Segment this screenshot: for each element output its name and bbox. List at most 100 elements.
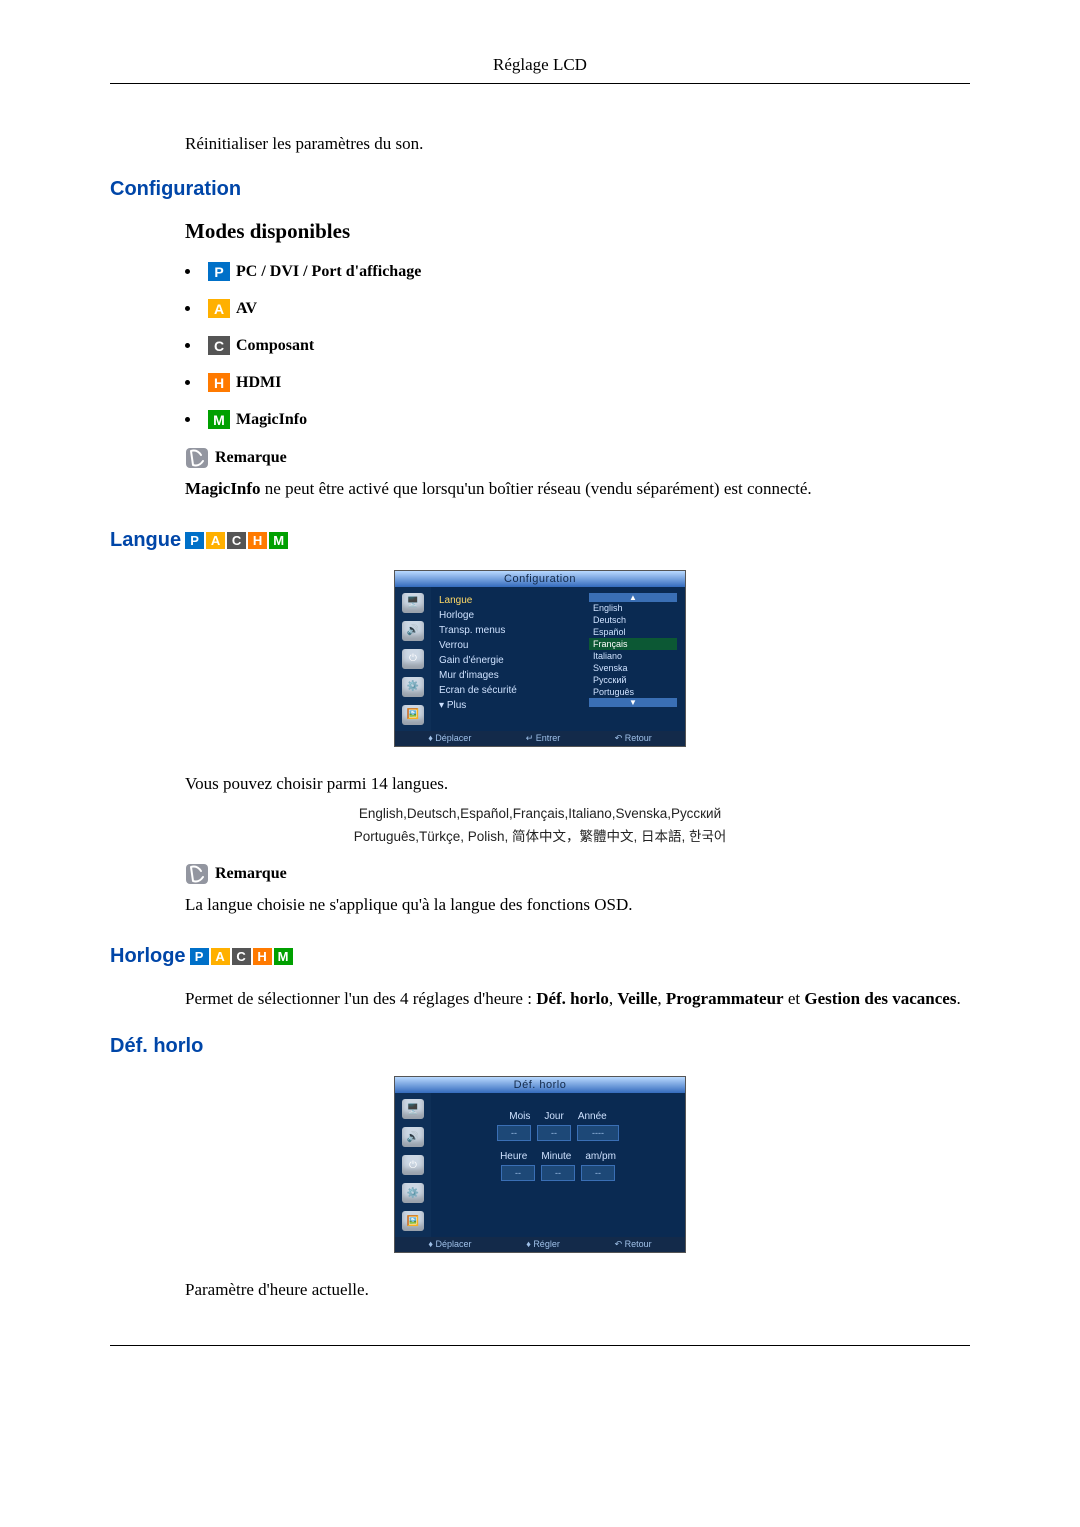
mode-item: M MagicInfo (185, 410, 970, 429)
mode-item: C Composant (185, 336, 970, 355)
osd-lang-option: English (589, 602, 677, 614)
clk-label: Jour (544, 1111, 563, 1122)
clk-box: -- (537, 1125, 571, 1141)
osd-footer-item: ♦ Régler (526, 1239, 560, 1250)
bullet-icon (185, 343, 190, 348)
osd-lang-option-selected: Français (589, 638, 677, 650)
osd-icon: 🔊 (402, 621, 424, 641)
badge-a-icon: A (211, 948, 230, 965)
clk-box: -- (581, 1165, 615, 1181)
badge-c-icon: C (208, 336, 230, 355)
pachm-badges: P A C H M (190, 948, 293, 965)
note-label: Remarque (215, 449, 287, 467)
badge-h-icon: H (248, 532, 267, 549)
badge-m-icon: M (269, 532, 288, 549)
badge-h-icon: H (208, 373, 230, 392)
osd-menu-item: Verrou (439, 638, 581, 653)
note-bold: MagicInfo (185, 479, 261, 498)
osd-lang-option: Deutsch (589, 614, 677, 626)
horloge-intro: Permet de sélectionner l'un des 4 réglag… (185, 986, 970, 1012)
osd-footer-item: ↶ Retour (615, 733, 652, 744)
footer-rule (110, 1345, 970, 1347)
badge-p-icon: P (190, 948, 209, 965)
mode-label: PC / DVI / Port d'affichage (236, 263, 421, 281)
badge-c-icon: C (227, 532, 246, 549)
osd-icon: 🖥️ (402, 593, 424, 613)
osd-title: Déf. horlo (395, 1077, 685, 1093)
osd-footer-item: ♦ Déplacer (428, 1239, 471, 1250)
osd-menu-item: Horloge (439, 608, 581, 623)
osd-icon: ⏻ (402, 649, 424, 669)
langue-heading-row: Langue P A C H M (110, 529, 970, 552)
langue-note-text: La langue choisie ne s'applique qu'à la … (185, 893, 970, 917)
langue-list-line1: English,Deutsch,Español,Français,Italian… (110, 804, 970, 824)
badge-a-icon: A (206, 532, 225, 549)
osd-footer-item: ↵ Entrer (526, 733, 561, 744)
osd-lang-option: Svenska (589, 662, 677, 674)
clk-box: -- (501, 1165, 535, 1181)
osd-sidebar-icons: 🖥️ 🔊 ⏻ ⚙️ 🖼️ (395, 587, 431, 731)
note-icon (185, 447, 209, 469)
bullet-icon (185, 306, 190, 311)
osd-defhorlo-screenshot: Déf. horlo 🖥️ 🔊 ⏻ ⚙️ 🖼️ Mois Jour Année … (394, 1076, 686, 1253)
modes-list: P PC / DVI / Port d'affichage A AV C Com… (185, 262, 970, 429)
bullet-icon (185, 417, 190, 422)
badge-a-icon: A (208, 299, 230, 318)
clk-box: -- (497, 1125, 531, 1141)
arrow-down-icon: ▼ (589, 698, 677, 707)
note-label: Remarque (215, 865, 287, 883)
badge-m-icon: M (274, 948, 293, 965)
badge-c-icon: C (232, 948, 251, 965)
note-rest: ne peut être activé que lorsqu'un boîtie… (261, 479, 812, 498)
configuration-heading: Configuration (110, 178, 970, 201)
clk-label: Mois (509, 1111, 530, 1122)
osd-footer: ♦ Déplacer ↵ Entrer ↶ Retour (395, 731, 685, 746)
reset-sound-text: Réinitialiser les paramètres du son. (185, 134, 970, 154)
osd-menu-item: Ecran de sécurité (439, 683, 581, 698)
osd-menu-item: ▾ Plus (439, 698, 581, 713)
defhorlo-heading: Déf. horlo (110, 1035, 970, 1058)
osd-lang-options: ▲ English Deutsch Español Français Itali… (589, 593, 677, 725)
osd-menu-item: Langue (439, 593, 581, 608)
osd-menu-item: Transp. menus (439, 623, 581, 638)
osd-footer: ♦ Déplacer ♦ Régler ↶ Retour (395, 1237, 685, 1252)
osd-title: Configuration (395, 571, 685, 587)
mode-item: H HDMI (185, 373, 970, 392)
osd-menu-item: Gain d'énergie (439, 653, 581, 668)
osd-menu-left: Langue Horloge Transp. menus Verrou Gain… (439, 593, 581, 725)
clk-label: am/pm (585, 1151, 616, 1162)
osd-lang-option: Русский (589, 674, 677, 686)
mode-item: P PC / DVI / Port d'affichage (185, 262, 970, 281)
horloge-heading-row: Horloge P A C H M (110, 945, 970, 968)
mode-label: MagicInfo (236, 411, 307, 429)
langue-list-line2: Português,Türkçe, Polish, 简体中文，繁體中文, 日本語… (110, 827, 970, 847)
clk-label: Année (578, 1111, 607, 1122)
defhorlo-desc: Paramètre d'heure actuelle. (185, 1277, 970, 1303)
note-icon (185, 863, 209, 885)
osd-langue-screenshot: Configuration 🖥️ 🔊 ⏻ ⚙️ 🖼️ Langue Horlog… (394, 570, 686, 747)
mode-label: AV (236, 300, 257, 318)
badge-p-icon: P (185, 532, 204, 549)
page-header: Réglage LCD (110, 0, 970, 84)
osd-lang-option: Italiano (589, 650, 677, 662)
langue-heading: Langue (110, 529, 181, 552)
osd-icon: 🖥️ (402, 1099, 424, 1119)
osd-icon: 🖼️ (402, 705, 424, 725)
clk-label: Minute (541, 1151, 571, 1162)
osd-footer-item: ♦ Déplacer (428, 733, 471, 744)
clk-label: Heure (500, 1151, 527, 1162)
modes-heading: Modes disponibles (185, 219, 970, 244)
mode-label: HDMI (236, 374, 281, 392)
osd-icon: 🖼️ (402, 1211, 424, 1231)
pachm-badges: P A C H M (185, 532, 288, 549)
horloge-heading: Horloge (110, 945, 186, 968)
osd-sidebar-icons: 🖥️ 🔊 ⏻ ⚙️ 🖼️ (395, 1093, 431, 1237)
badge-p-icon: P (208, 262, 230, 281)
note-text: MagicInfo ne peut être activé que lorsqu… (185, 477, 970, 501)
osd-icon: 🔊 (402, 1127, 424, 1147)
badge-m-icon: M (208, 410, 230, 429)
osd-footer-item: ↶ Retour (615, 1239, 652, 1250)
note-row: Remarque (185, 863, 970, 885)
osd-lang-option: Português (589, 686, 677, 698)
bullet-icon (185, 380, 190, 385)
